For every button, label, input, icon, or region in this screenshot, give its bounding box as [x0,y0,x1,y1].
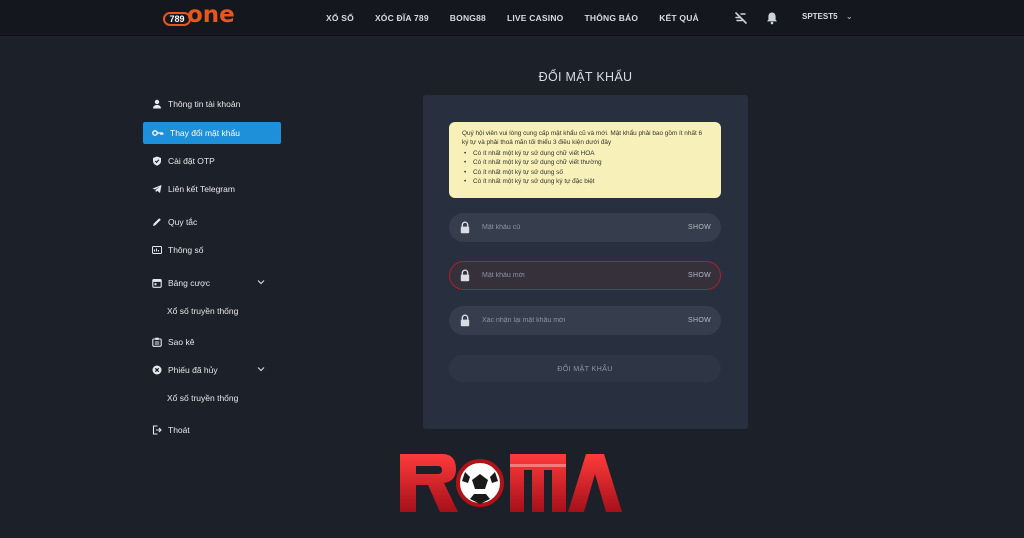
roma-watermark-logo [400,454,622,512]
bell-icon[interactable] [765,11,779,25]
nav-xo-so[interactable]: XỔ SỐ [326,0,354,36]
sidebar-item-label: Thay đổi mật khẩu [170,128,240,138]
sidebar-item-account-info[interactable]: Thông tin tài khoản [143,93,281,115]
sidebar-item-label: Quy tắc [168,217,198,227]
sidebar-item-bet-table[interactable]: Bảng cược [143,272,281,294]
sidebar-item-label: Cài đặt OTP [168,156,215,166]
sidebar-item-statement[interactable]: Sao kê [143,331,281,353]
old-password-input[interactable] [482,218,672,237]
old-password-field: SHOW [449,213,721,242]
sidebar-item-otp[interactable]: Cài đặt OTP [143,150,281,172]
password-rules-notice: Quý hội viên vui lòng cung cấp mật khẩu … [449,122,721,198]
calendar-icon [152,278,162,288]
nav-xoc-dia[interactable]: XÓC ĐĨA 789 [375,0,429,36]
nav-ket-qua[interactable]: KẾT QUẢ [659,0,699,36]
nav-thong-bao[interactable]: THÔNG BÁO [584,0,638,36]
pen-icon [153,218,161,226]
rules-list: Có ít nhất một ký tự sử dụng chữ viết HO… [462,149,709,187]
telegram-icon [152,185,162,193]
sidebar-item-change-password[interactable]: Thay đổi mật khẩu [143,122,281,144]
page-title: ĐỔI MẬT KHẨU [538,70,633,84]
sidebar-item-cancelled-tickets[interactable]: Phiếu đã hủy [143,359,281,381]
sidebar-item-label: Thông tin tài khoản [168,99,241,109]
lock-icon [460,314,470,327]
show-new-password-button[interactable]: SHOW [688,262,711,289]
confirm-password-field: SHOW [449,306,721,335]
stats-icon [152,246,162,254]
chevron-down-icon[interactable] [257,365,265,373]
nav-live-casino[interactable]: LIVE CASINO [507,0,564,36]
rule-item: Có ít nhất một ký tự sử dụng chữ viết th… [464,158,709,168]
rule-item: Có ít nhất một ký tự sử dụng ký tự đặc b… [464,177,709,187]
sidebar-item-label: Phiếu đã hủy [168,365,218,375]
logout-icon [152,425,162,435]
sidebar-item-telegram[interactable]: Liên kết Telegram [143,178,281,200]
user-icon [153,99,161,109]
sidebar-item-rules[interactable]: Quy tắc [143,211,281,233]
sidebar-item-label: Sao kê [168,337,195,347]
sidebar-item-label: Thông số [168,245,204,255]
sidebar-item-label: Thoát [168,425,190,435]
show-old-password-button[interactable]: SHOW [688,213,711,242]
sidebar-item-label: Bảng cược [168,278,210,288]
no-sound-icon[interactable] [734,11,748,25]
site-logo[interactable]: 789 one [163,2,238,31]
sidebar-subitem-xo-so-truyen-thong[interactable]: Xổ số truyền thống [167,306,238,316]
shield-icon [153,156,161,166]
rule-item: Có ít nhất một ký tự sử dụng số [464,168,709,178]
username: SPTEST5 [802,12,838,21]
statement-icon [152,337,162,347]
cancel-icon [152,365,162,375]
sidebar-subitem-xo-so-truyen-thong[interactable]: Xổ số truyền thống [167,393,238,403]
sidebar-item-label: Liên kết Telegram [168,184,235,194]
main-nav: XỔ SỐ XÓC ĐĨA 789 BONG88 LIVE CASINO THÔ… [326,0,720,36]
user-menu[interactable]: SPTEST5 ⌄ [802,0,853,34]
sidebar-item-logout[interactable]: Thoát [143,419,281,441]
show-confirm-password-button[interactable]: SHOW [688,306,711,335]
sidebar-item-stats[interactable]: Thông số [143,239,281,261]
new-password-input[interactable] [482,266,672,285]
notice-text: Quý hội viên vui lòng cung cấp mật khẩu … [462,130,703,147]
chevron-down-icon[interactable] [257,278,265,286]
lock-icon [460,269,470,282]
key-icon [152,130,164,136]
change-password-panel: Quý hội viên vui lòng cung cấp mật khẩu … [423,95,748,429]
logo-word: one [187,2,235,28]
confirm-password-input[interactable] [482,311,672,330]
nav-bong88[interactable]: BONG88 [450,0,486,36]
new-password-field: SHOW [449,261,721,290]
top-bar: 789 one XỔ SỐ XÓC ĐĨA 789 BONG88 LIVE CA… [0,0,1024,36]
change-password-button[interactable]: ĐỔI MẬT KHẨU [449,355,721,382]
lock-icon [460,221,470,234]
chevron-down-icon: ⌄ [845,12,853,21]
rule-item: Có ít nhất một ký tự sử dụng chữ viết HO… [464,149,709,159]
